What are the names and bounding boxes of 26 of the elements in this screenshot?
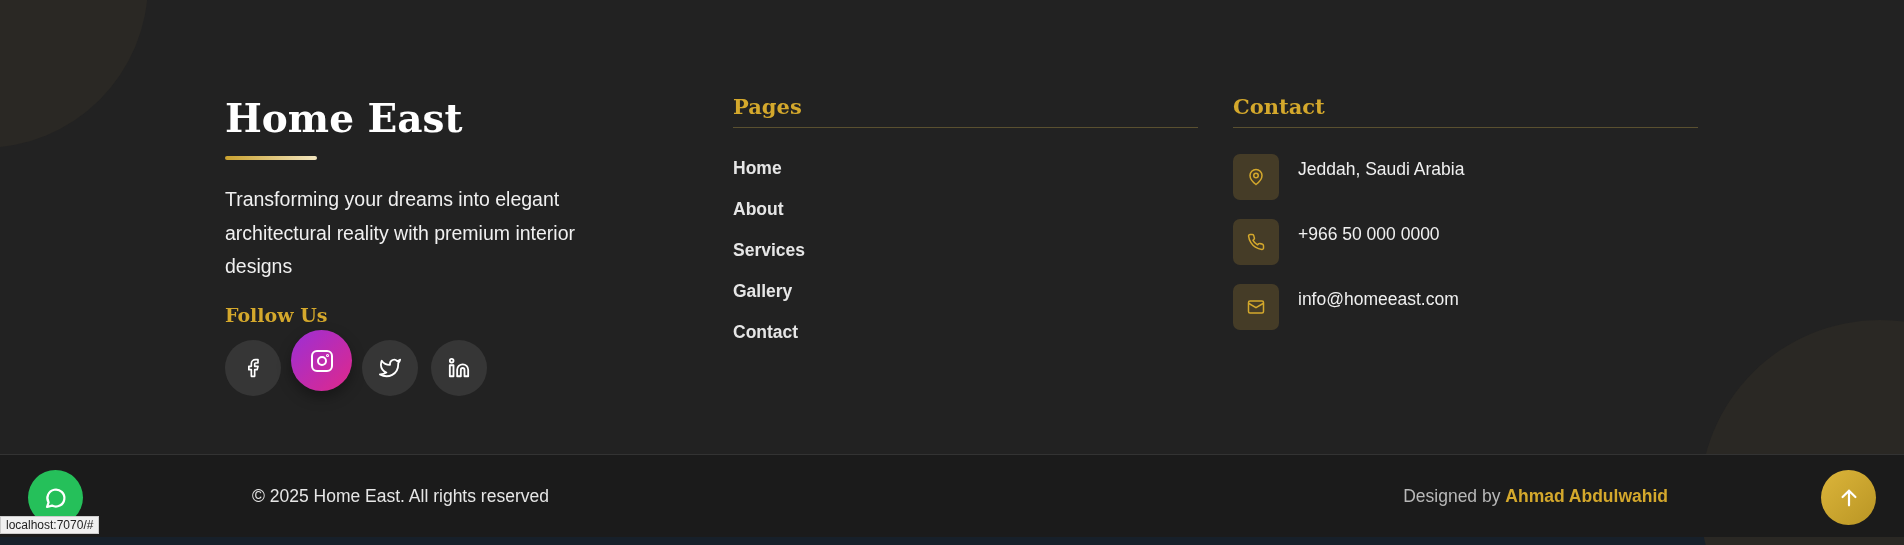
phone-icon bbox=[1247, 233, 1265, 251]
footer-link[interactable]: Contact bbox=[733, 321, 799, 343]
copyright-text: © 2025 Home East. All rights reserved bbox=[252, 485, 549, 507]
social-link[interactable] bbox=[291, 330, 352, 391]
credit-text: Designed by Ahmad Abdulwahid bbox=[1403, 485, 1668, 507]
follow-heading: Follow Us bbox=[225, 303, 329, 326]
author-link[interactable]: Ahmad Abdulwahid bbox=[1505, 485, 1668, 506]
chat-bubble-icon bbox=[43, 485, 68, 510]
contact-heading: Contact bbox=[1233, 94, 1698, 128]
contact-text: +966 50 000 0000 bbox=[1298, 224, 1440, 245]
bird-icon bbox=[379, 356, 401, 379]
footer-link[interactable]: Home bbox=[733, 157, 782, 179]
contact-text: Jeddah, Saudi Arabia bbox=[1298, 159, 1465, 180]
brand-title: Home East bbox=[225, 94, 464, 142]
status-url-tooltip: localhost:7070/# bbox=[0, 516, 100, 534]
footer-link[interactable]: Gallery bbox=[733, 280, 793, 302]
footer-link[interactable]: About bbox=[733, 198, 784, 220]
brand-description: Transforming your dreams into elegant architectural reality with premium interior designs bbox=[225, 187, 577, 279]
pages-heading: Pages bbox=[733, 94, 1198, 128]
scroll-top-button[interactable] bbox=[1821, 470, 1876, 526]
linkedin-icon bbox=[448, 356, 470, 379]
contact-text: info@homeeast.com bbox=[1298, 289, 1459, 310]
instagram-icon bbox=[309, 348, 334, 373]
mail-icon bbox=[1247, 298, 1265, 316]
footer-link[interactable]: Services bbox=[733, 239, 805, 261]
location-pin-icon bbox=[1247, 168, 1265, 186]
